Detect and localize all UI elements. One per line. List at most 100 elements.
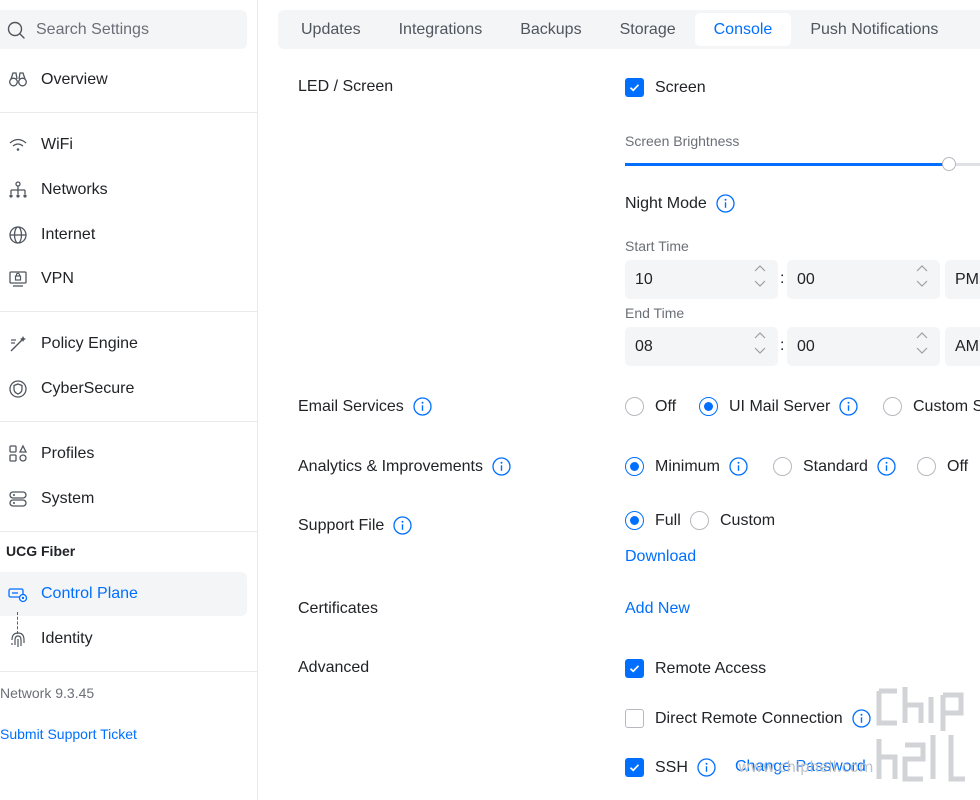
sidebar-item-overview[interactable]: Overview xyxy=(0,58,247,102)
sidebar-item-label: Overview xyxy=(41,71,108,88)
tab-updates[interactable]: Updates xyxy=(282,13,380,46)
email-option-ui-mail-server[interactable]: UI Mail Server xyxy=(699,397,859,416)
night-mode-label: Night Mode xyxy=(625,194,735,213)
end-minute-input[interactable] xyxy=(797,337,897,356)
chevron-down-icon[interactable] xyxy=(916,345,928,355)
support-file-label: Support File xyxy=(298,516,412,535)
info-icon[interactable] xyxy=(492,457,511,476)
info-icon[interactable] xyxy=(877,457,896,476)
end-minute-stepper[interactable] xyxy=(787,327,940,366)
analytics-option-standard[interactable]: Standard xyxy=(773,457,896,476)
chevron-up-icon[interactable] xyxy=(916,331,928,341)
radio-label: Standard xyxy=(803,457,868,475)
sidebar-divider xyxy=(0,531,258,532)
screen-checkbox[interactable]: Screen xyxy=(625,78,706,97)
settings-tabs: Updates Integrations Backups Storage Con… xyxy=(278,10,980,49)
support-file-option-custom[interactable]: Custom xyxy=(690,511,775,530)
radio-selected-icon xyxy=(699,397,718,416)
start-time-label: Start Time xyxy=(625,238,689,254)
sidebar-item-wifi[interactable]: WiFi xyxy=(0,123,247,167)
advanced-label: Advanced xyxy=(298,659,369,677)
sidebar-item-identity[interactable]: Identity xyxy=(0,617,247,661)
analytics-option-off[interactable]: Off xyxy=(917,457,968,476)
search-input[interactable] xyxy=(36,20,236,39)
radio-selected-icon xyxy=(625,457,644,476)
sidebar-divider xyxy=(0,112,258,113)
info-icon[interactable] xyxy=(413,397,432,416)
chevron-up-icon[interactable] xyxy=(916,264,928,274)
row-label-text: Night Mode xyxy=(625,194,707,212)
sidebar-item-internet[interactable]: Internet xyxy=(0,213,247,257)
radio-label: Custom xyxy=(720,511,776,529)
remote-access-checkbox[interactable]: Remote Access xyxy=(625,659,766,678)
analytics-option-minimum[interactable]: Minimum xyxy=(625,457,748,476)
info-icon[interactable] xyxy=(716,194,735,213)
radio-label: Full xyxy=(655,511,681,529)
sidebar-item-label: Policy Engine xyxy=(41,335,138,352)
tab-backups[interactable]: Backups xyxy=(501,13,600,46)
tab-integrations[interactable]: Integrations xyxy=(380,13,502,46)
info-icon[interactable] xyxy=(393,516,412,535)
info-icon[interactable] xyxy=(851,709,871,728)
info-icon[interactable] xyxy=(839,397,859,416)
chevron-down-icon[interactable] xyxy=(754,278,766,288)
sidebar-item-networks[interactable]: Networks xyxy=(0,168,247,212)
direct-remote-connection-checkbox[interactable]: Direct Remote Connection xyxy=(625,709,871,728)
globe-icon xyxy=(6,223,30,247)
binoculars-icon xyxy=(6,68,30,92)
sidebar-item-label: CyberSecure xyxy=(41,380,135,397)
chevron-up-icon[interactable] xyxy=(754,331,766,341)
brightness-slider[interactable] xyxy=(625,157,980,171)
sidebar-item-cybersecure[interactable]: CyberSecure xyxy=(0,367,247,411)
analytics-label: Analytics & Improvements xyxy=(298,457,511,476)
certificates-label: Certificates xyxy=(298,600,378,618)
email-option-custom[interactable]: Custom S xyxy=(883,397,980,416)
sidebar-item-system[interactable]: System xyxy=(0,477,247,521)
email-services-label: Email Services xyxy=(298,397,432,416)
sidebar-item-control-plane[interactable]: Control Plane xyxy=(0,572,247,616)
row-label-text: Certificates xyxy=(298,600,379,617)
info-icon[interactable] xyxy=(729,457,748,476)
sidebar-item-label: VPN xyxy=(41,270,74,287)
info-icon[interactable] xyxy=(697,758,716,777)
end-hour-stepper[interactable] xyxy=(625,327,778,366)
start-minute-input[interactable] xyxy=(797,270,897,289)
slider-fill xyxy=(625,163,949,166)
chevron-down-icon[interactable] xyxy=(916,278,928,288)
tab-storage[interactable]: Storage xyxy=(601,13,695,46)
start-period-select[interactable]: PM xyxy=(945,260,980,299)
version-label: Network 9.3.45 xyxy=(0,685,95,701)
radio-label: Custom S xyxy=(913,397,980,415)
checkbox-checked-icon xyxy=(625,78,644,97)
radio-selected-icon xyxy=(625,511,644,530)
control-plane-icon xyxy=(6,582,30,606)
sidebar-item-label: Identity xyxy=(41,630,93,647)
sidebar-item-vpn[interactable]: VPN xyxy=(0,257,247,301)
email-option-off[interactable]: Off xyxy=(625,397,676,416)
start-hour-input[interactable] xyxy=(635,270,735,289)
row-label-text: Advanced xyxy=(298,659,370,676)
shield-icon xyxy=(6,377,30,401)
sidebar-item-policy-engine[interactable]: Policy Engine xyxy=(0,322,247,366)
chevron-up-icon[interactable] xyxy=(754,264,766,274)
chevron-down-icon[interactable] xyxy=(754,345,766,355)
tab-push-notifications[interactable]: Push Notifications xyxy=(791,13,957,46)
sidebar-item-label: System xyxy=(41,490,95,507)
radio-unselected-icon xyxy=(883,397,902,416)
download-support-file-link[interactable]: Download xyxy=(625,548,696,566)
start-minute-stepper[interactable] xyxy=(787,260,940,299)
checkbox-unchecked-icon xyxy=(625,709,644,728)
network-tree-icon xyxy=(6,178,30,202)
ssh-checkbox[interactable]: SSH xyxy=(625,758,716,777)
end-period-select[interactable]: AM xyxy=(945,327,980,366)
sidebar-divider xyxy=(0,311,258,312)
support-file-option-full[interactable]: Full xyxy=(625,511,681,530)
submit-support-ticket-link[interactable]: Submit Support Ticket xyxy=(0,726,137,742)
sidebar-item-profiles[interactable]: Profiles xyxy=(0,432,247,476)
start-hour-stepper[interactable] xyxy=(625,260,778,299)
time-separator: : xyxy=(780,337,785,354)
add-new-certificate-link[interactable]: Add New xyxy=(625,600,690,618)
end-hour-input[interactable] xyxy=(635,337,735,356)
tab-console[interactable]: Console xyxy=(694,13,792,46)
slider-knob[interactable] xyxy=(942,157,956,171)
